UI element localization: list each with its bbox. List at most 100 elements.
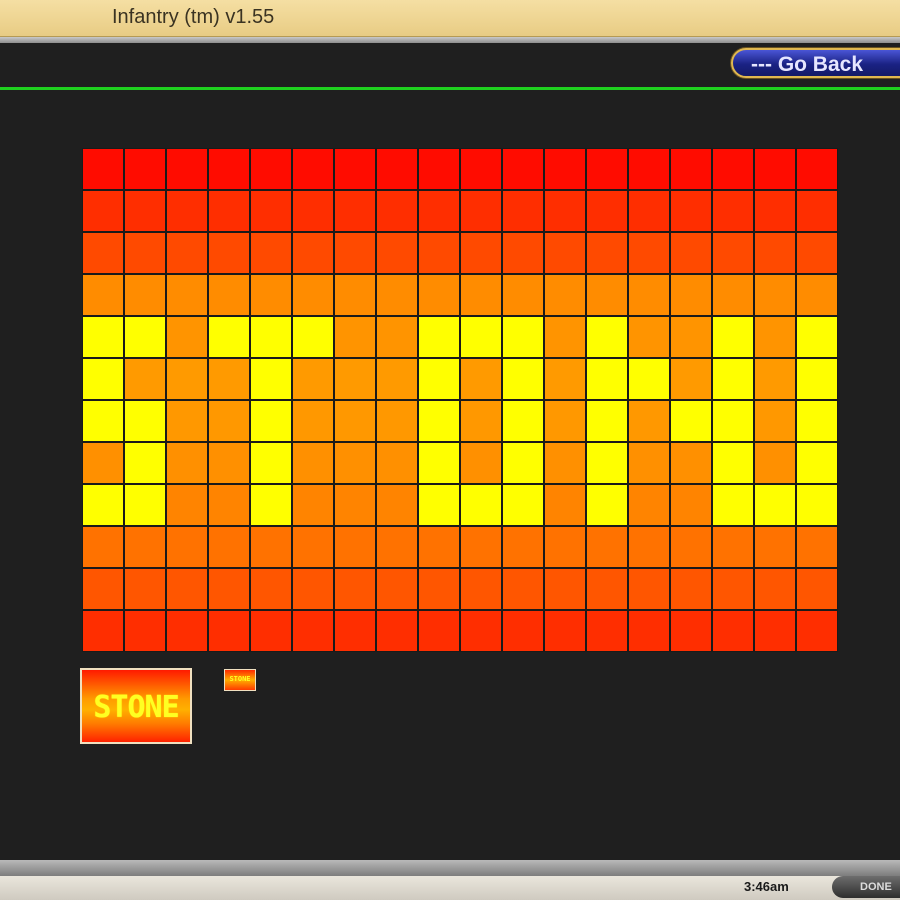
grid-cell[interactable] <box>629 485 669 525</box>
grid-cell[interactable] <box>377 443 417 483</box>
grid-cell[interactable] <box>587 611 627 651</box>
grid-cell[interactable] <box>503 527 543 567</box>
grid-cell[interactable] <box>587 359 627 399</box>
grid-cell[interactable] <box>545 149 585 189</box>
grid-cell[interactable] <box>83 485 123 525</box>
grid-cell[interactable] <box>83 527 123 567</box>
grid-cell[interactable] <box>629 443 669 483</box>
grid-cell[interactable] <box>419 149 459 189</box>
grid-cell[interactable] <box>335 191 375 231</box>
grid-cell[interactable] <box>503 191 543 231</box>
grid-cell[interactable] <box>461 275 501 315</box>
grid-cell[interactable] <box>251 233 291 273</box>
grid-cell[interactable] <box>629 149 669 189</box>
grid-cell[interactable] <box>419 527 459 567</box>
grid-cell[interactable] <box>419 485 459 525</box>
grid-cell[interactable] <box>335 569 375 609</box>
grid-cell[interactable] <box>83 233 123 273</box>
grid-cell[interactable] <box>797 611 837 651</box>
grid-cell[interactable] <box>251 317 291 357</box>
grid-cell[interactable] <box>587 233 627 273</box>
grid-cell[interactable] <box>503 149 543 189</box>
grid-cell[interactable] <box>629 569 669 609</box>
grid-cell[interactable] <box>377 569 417 609</box>
grid-cell[interactable] <box>335 443 375 483</box>
grid-cell[interactable] <box>713 359 753 399</box>
grid-cell[interactable] <box>419 233 459 273</box>
grid-cell[interactable] <box>461 485 501 525</box>
grid-cell[interactable] <box>503 359 543 399</box>
grid-cell[interactable] <box>251 527 291 567</box>
grid-cell[interactable] <box>629 527 669 567</box>
grid-cell[interactable] <box>419 569 459 609</box>
grid-cell[interactable] <box>629 317 669 357</box>
grid-cell[interactable] <box>671 275 711 315</box>
grid-cell[interactable] <box>251 569 291 609</box>
grid-cell[interactable] <box>797 401 837 441</box>
grid-cell[interactable] <box>545 317 585 357</box>
grid-cell[interactable] <box>671 317 711 357</box>
grid-cell[interactable] <box>335 527 375 567</box>
grid-cell[interactable] <box>251 401 291 441</box>
grid-cell[interactable] <box>167 275 207 315</box>
grid-cell[interactable] <box>713 401 753 441</box>
grid-cell[interactable] <box>83 275 123 315</box>
grid-cell[interactable] <box>461 401 501 441</box>
tile-grid[interactable] <box>82 148 838 652</box>
grid-cell[interactable] <box>377 191 417 231</box>
grid-cell[interactable] <box>587 191 627 231</box>
grid-cell[interactable] <box>629 611 669 651</box>
grid-cell[interactable] <box>377 527 417 567</box>
grid-cell[interactable] <box>587 275 627 315</box>
grid-cell[interactable] <box>461 611 501 651</box>
grid-cell[interactable] <box>755 359 795 399</box>
grid-cell[interactable] <box>251 443 291 483</box>
grid-cell[interactable] <box>545 359 585 399</box>
grid-cell[interactable] <box>461 569 501 609</box>
grid-cell[interactable] <box>545 569 585 609</box>
grid-cell[interactable] <box>125 443 165 483</box>
grid-cell[interactable] <box>755 149 795 189</box>
grid-cell[interactable] <box>83 317 123 357</box>
grid-cell[interactable] <box>713 527 753 567</box>
grid-cell[interactable] <box>251 611 291 651</box>
grid-cell[interactable] <box>167 317 207 357</box>
grid-cell[interactable] <box>671 401 711 441</box>
grid-cell[interactable] <box>125 149 165 189</box>
grid-cell[interactable] <box>629 191 669 231</box>
grid-cell[interactable] <box>713 149 753 189</box>
grid-cell[interactable] <box>755 611 795 651</box>
grid-cell[interactable] <box>125 569 165 609</box>
grid-cell[interactable] <box>335 401 375 441</box>
grid-cell[interactable] <box>713 443 753 483</box>
grid-cell[interactable] <box>587 485 627 525</box>
grid-cell[interactable] <box>209 359 249 399</box>
grid-cell[interactable] <box>461 317 501 357</box>
grid-cell[interactable] <box>503 233 543 273</box>
grid-cell[interactable] <box>713 317 753 357</box>
grid-cell[interactable] <box>797 149 837 189</box>
grid-cell[interactable] <box>377 233 417 273</box>
grid-cell[interactable] <box>167 149 207 189</box>
grid-cell[interactable] <box>797 359 837 399</box>
grid-cell[interactable] <box>377 611 417 651</box>
grid-cell[interactable] <box>209 317 249 357</box>
grid-cell[interactable] <box>125 485 165 525</box>
grid-cell[interactable] <box>293 611 333 651</box>
grid-cell[interactable] <box>167 233 207 273</box>
grid-cell[interactable] <box>167 485 207 525</box>
grid-cell[interactable] <box>83 611 123 651</box>
grid-cell[interactable] <box>293 233 333 273</box>
grid-cell[interactable] <box>125 317 165 357</box>
grid-cell[interactable] <box>755 485 795 525</box>
grid-cell[interactable] <box>671 443 711 483</box>
grid-cell[interactable] <box>377 359 417 399</box>
grid-cell[interactable] <box>797 317 837 357</box>
grid-cell[interactable] <box>545 275 585 315</box>
grid-cell[interactable] <box>83 359 123 399</box>
grid-cell[interactable] <box>293 275 333 315</box>
grid-cell[interactable] <box>671 149 711 189</box>
grid-cell[interactable] <box>419 317 459 357</box>
grid-cell[interactable] <box>167 569 207 609</box>
grid-cell[interactable] <box>419 611 459 651</box>
